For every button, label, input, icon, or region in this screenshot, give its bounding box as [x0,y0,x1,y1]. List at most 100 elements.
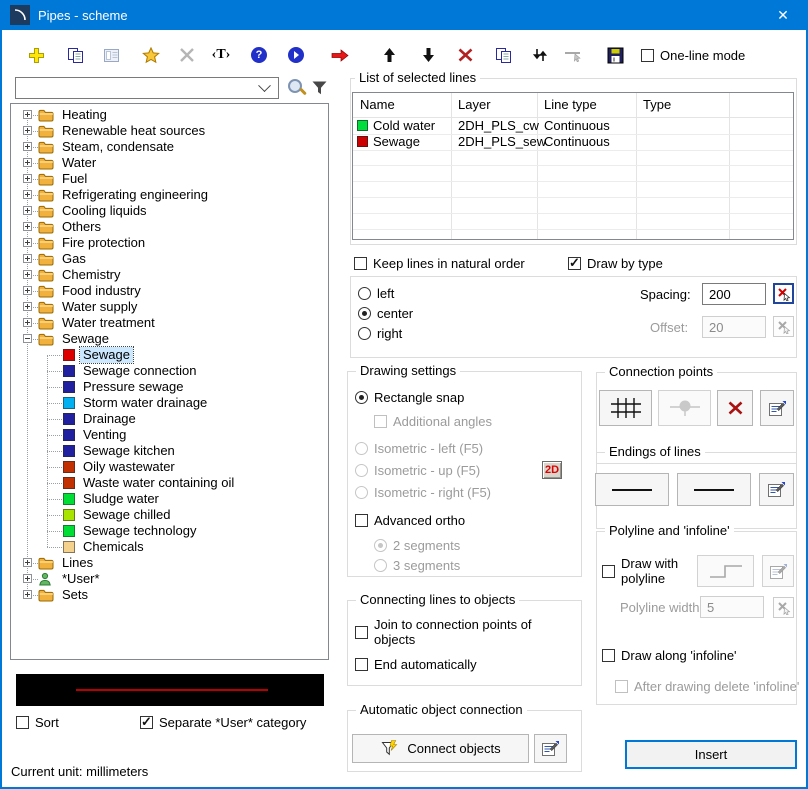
move-down-button[interactable] [417,44,439,66]
advanced-ortho-option[interactable]: Advanced ortho [355,513,465,528]
tree-item-line[interactable]: Chemicals [11,539,328,555]
draw-with-polyline-checkbox[interactable] [602,565,615,578]
table-row[interactable]: Cold water2DH_PLS_cwContinuous [353,118,793,135]
tree-item-line[interactable]: Sewage kitchen [11,443,328,459]
line-end-ending-button[interactable] [677,473,751,506]
tree-item-category[interactable]: Water [11,155,328,171]
align-center-option[interactable]: center [358,306,413,321]
copy-selected-button[interactable] [492,44,514,66]
tree-item-category[interactable]: Sewage [11,331,328,347]
tree-item-line[interactable]: Sewage technology [11,523,328,539]
tree-item-category[interactable]: Refrigerating engineering [11,187,328,203]
draw-along-infoline-option[interactable]: Draw along 'infoline' [602,648,737,663]
expand-toggle[interactable] [23,270,32,279]
tree-item-line[interactable]: Sewage chilled [11,507,328,523]
tree-item-line[interactable]: Drainage [11,411,328,427]
tree-item-category[interactable]: Renewable heat sources [11,123,328,139]
column-header-name[interactable]: Name [353,93,395,116]
favorites-button[interactable] [140,44,162,66]
categories-tree[interactable]: HeatingRenewable heat sourcesSteam, cond… [10,103,329,660]
line-start-ending-button[interactable] [595,473,669,506]
rectangle-snap-radio[interactable] [355,391,368,404]
join-connection-points-option[interactable]: Join to connection points of objects [355,617,565,647]
tree-item-line[interactable]: Sludge water [11,491,328,507]
expand-toggle[interactable] [23,254,32,263]
sort-checkbox[interactable] [16,716,29,729]
tree-item-category[interactable]: Steam, condensate [11,139,328,155]
expand-toggle[interactable] [23,302,32,311]
tree-item-category[interactable]: Fuel [11,171,328,187]
expand-toggle[interactable] [23,206,32,215]
draw-by-type-option[interactable]: Draw by type [568,256,663,271]
rectangle-snap-option[interactable]: Rectangle snap [355,390,464,405]
spacing-input[interactable] [702,283,766,305]
column-header-layer[interactable]: Layer [451,93,491,116]
expand-toggle[interactable] [23,126,32,135]
tree-item-category[interactable]: Lines [11,555,328,571]
align-left-radio[interactable] [358,287,371,300]
swap-order-button[interactable] [529,44,551,66]
expand-toggle[interactable] [23,190,32,199]
one-line-mode-checkbox[interactable] [641,49,654,62]
tree-item-category[interactable]: Gas [11,251,328,267]
expand-toggle[interactable] [23,334,32,343]
run-button[interactable] [285,44,307,66]
table-row[interactable]: Sewage2DH_PLS_sewContinuous [353,134,793,151]
insert-button[interactable]: Insert [625,740,797,769]
add-line-button[interactable] [25,44,47,66]
auto-connection-settings-button[interactable] [534,734,567,763]
tree-item-line[interactable]: Storm water drainage [11,395,328,411]
expand-toggle[interactable] [23,238,32,247]
expand-toggle[interactable] [23,110,32,119]
properties-form-button[interactable] [100,44,122,66]
help-button[interactable]: ? [248,44,270,66]
expand-toggle[interactable] [23,590,32,599]
search-input[interactable] [16,81,260,96]
tree-item-category[interactable]: Sets [11,587,328,603]
separate-user-option[interactable]: Separate *User* category [140,715,306,730]
connect-objects-button[interactable]: Connect objects [352,734,529,763]
filter-icon[interactable] [311,80,328,96]
connection-delete-button[interactable] [717,390,753,426]
tree-item-category[interactable]: *User* [11,571,328,587]
column-header-type[interactable]: Type [636,93,671,116]
tree-item-category[interactable]: Food industry [11,283,328,299]
text-tool-button[interactable]: ‹T› [210,44,232,66]
arrow-right-button[interactable] [329,44,351,66]
copy-line-button[interactable] [64,44,86,66]
spacing-pick-button[interactable] [773,283,794,304]
save-button[interactable] [604,44,626,66]
tree-item-category[interactable]: Others [11,219,328,235]
end-automatically-option[interactable]: End automatically [355,657,477,672]
column-header-linetype[interactable]: Line type [537,93,597,116]
tree-item-category[interactable]: Water treatment [11,315,328,331]
draw-with-polyline-option[interactable]: Draw with polyline [602,556,683,586]
close-button[interactable]: ✕ [760,0,806,30]
draw-by-type-checkbox[interactable] [568,257,581,270]
mode-2d-button[interactable]: 2D [542,461,562,479]
tree-item-line[interactable]: Sewage [11,347,328,363]
align-center-radio[interactable] [358,307,371,320]
join-connection-points-checkbox[interactable] [355,626,368,639]
remove-line-button[interactable] [454,44,476,66]
keep-lines-option[interactable]: Keep lines in natural order [354,256,525,271]
keep-lines-checkbox[interactable] [354,257,367,270]
move-up-button[interactable] [378,44,400,66]
advanced-ortho-checkbox[interactable] [355,514,368,527]
connection-settings-button[interactable] [760,390,794,426]
search-icon[interactable] [287,78,307,98]
tree-item-category[interactable]: Fire protection [11,235,328,251]
align-right-radio[interactable] [358,327,371,340]
expand-toggle[interactable] [23,286,32,295]
expand-toggle[interactable] [23,558,32,567]
align-right-option[interactable]: right [358,326,402,341]
expand-toggle[interactable] [23,158,32,167]
separate-user-checkbox[interactable] [140,716,153,729]
align-left-option[interactable]: left [358,286,394,301]
tree-item-category[interactable]: Chemistry [11,267,328,283]
tree-item-line[interactable]: Sewage connection [11,363,328,379]
tree-item-line[interactable]: Venting [11,427,328,443]
chevron-down-icon[interactable] [258,79,271,92]
endings-settings-button[interactable] [759,473,794,506]
end-automatically-checkbox[interactable] [355,658,368,671]
